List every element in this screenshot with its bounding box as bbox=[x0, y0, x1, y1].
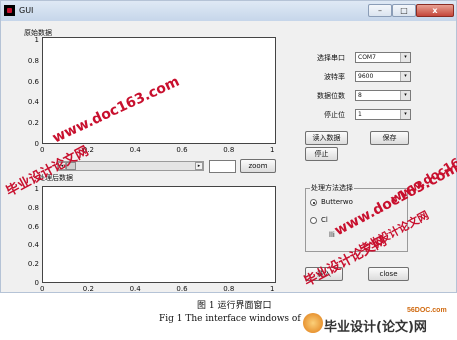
port-value: COM7 bbox=[358, 54, 376, 61]
zoom-input[interactable] bbox=[209, 160, 236, 173]
databits-select[interactable]: 8 ▾ bbox=[355, 90, 411, 101]
y-tick-label: 0 bbox=[34, 140, 39, 148]
y-tick-label: 0.2 bbox=[27, 119, 39, 128]
x-tick-label: 1 bbox=[270, 285, 275, 293]
matlab-icon bbox=[4, 5, 15, 16]
port-label: 选择串口 bbox=[317, 54, 345, 62]
radio-option-2-label: Cl bbox=[321, 216, 328, 224]
x-tick-label: 0 bbox=[40, 146, 45, 154]
x-tick-label: 0.2 bbox=[82, 285, 94, 293]
y-tick-label: 0.6 bbox=[27, 222, 39, 231]
logo-text: 毕业设计(论文)网 bbox=[324, 320, 427, 335]
x-tick-label: 0.8 bbox=[223, 285, 235, 293]
method-group-title: 处理方法选择 bbox=[310, 183, 354, 193]
stop-button[interactable]: 停止 bbox=[305, 147, 338, 161]
x-tick-label: 0.8 bbox=[223, 146, 235, 154]
databits-value: 8 bbox=[358, 92, 362, 99]
stopbits-value: 1 bbox=[358, 111, 362, 118]
maximize-button[interactable]: □ bbox=[392, 4, 416, 17]
minimize-button[interactable]: – bbox=[368, 4, 392, 17]
title-bar[interactable]: GUI – □ x bbox=[1, 1, 456, 21]
window-title: GUI bbox=[19, 6, 34, 15]
figure-caption-cn: 图 1 运行界面窗口 bbox=[197, 301, 272, 311]
radio-butterworth[interactable] bbox=[310, 199, 317, 206]
y-tick-label: 0.4 bbox=[27, 241, 39, 250]
y-tick-label: 0.8 bbox=[27, 56, 39, 65]
y-tick-label: 0 bbox=[34, 279, 39, 287]
port-select[interactable]: COM7 ▾ bbox=[355, 52, 411, 63]
x-tick-label: 0.6 bbox=[176, 146, 188, 154]
stopbits-select[interactable]: 1 ▾ bbox=[355, 109, 411, 120]
radio-butterworth-label: Butterwo bbox=[321, 198, 353, 206]
databits-label: 数据位数 bbox=[317, 92, 345, 100]
x-tick-label: 0.6 bbox=[176, 285, 188, 293]
chevron-down-icon[interactable]: ▾ bbox=[400, 110, 410, 119]
baud-label: 波特率 bbox=[324, 73, 345, 81]
processed-data-axes bbox=[42, 186, 276, 283]
save-button[interactable]: 保存 bbox=[370, 131, 409, 145]
chevron-down-icon[interactable]: ▾ bbox=[400, 91, 410, 100]
x-tick-label: 0.4 bbox=[129, 146, 141, 154]
y-tick-label: 0.6 bbox=[27, 77, 39, 86]
x-tick-label: 0.4 bbox=[129, 285, 141, 293]
x-tick-label: 0 bbox=[40, 285, 45, 293]
y-tick-label: 0.8 bbox=[27, 203, 39, 212]
stopbits-label: 停止位 bbox=[324, 111, 345, 119]
x-tick-label: 1 bbox=[270, 146, 275, 154]
close-button[interactable]: close bbox=[368, 267, 409, 281]
window-close-button[interactable]: x bbox=[416, 4, 454, 17]
baud-value: 9600 bbox=[358, 73, 374, 80]
figure-caption-en: Fig 1 The interface windows of bbox=[159, 314, 301, 324]
y-tick-label: 1 bbox=[34, 36, 39, 44]
y-tick-label: 0.4 bbox=[27, 98, 39, 107]
radio-option-3-label: lli bbox=[329, 231, 335, 239]
zoom-button[interactable]: zoom bbox=[240, 159, 276, 173]
logo-circle-icon bbox=[303, 313, 323, 333]
chevron-down-icon[interactable]: ▾ bbox=[400, 72, 410, 81]
chevron-down-icon[interactable]: ▾ bbox=[400, 53, 410, 62]
read-data-button[interactable]: 读入数据 bbox=[305, 131, 348, 145]
logo-site: 56DOC.com bbox=[407, 307, 447, 314]
site-logo: 56DOC.com 毕业设计(论文)网 bbox=[303, 307, 455, 338]
radio-option-2[interactable] bbox=[310, 217, 317, 224]
slider-right-arrow-icon[interactable]: ▸ bbox=[195, 162, 203, 170]
baud-select[interactable]: 9600 ▾ bbox=[355, 71, 411, 82]
y-tick-label: 0.2 bbox=[27, 260, 39, 269]
